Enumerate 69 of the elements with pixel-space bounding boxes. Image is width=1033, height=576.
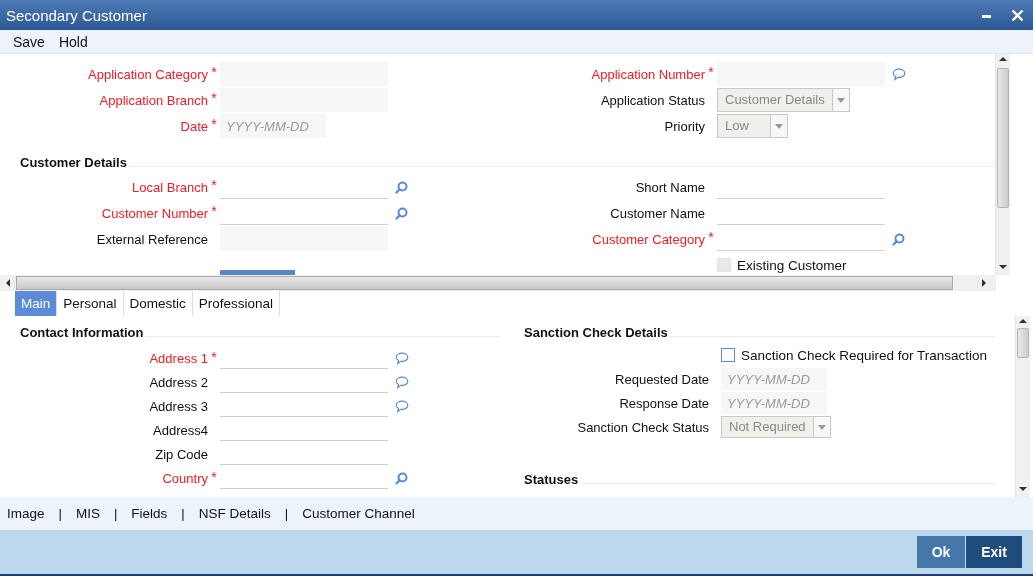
footer-link[interactable]: NSF Details — [198, 506, 271, 521]
footer-link[interactable]: Customer Channel — [302, 506, 415, 521]
field-label: Priority — [663, 118, 705, 134]
separator: | — [113, 506, 118, 521]
footer-link[interactable]: Fields — [131, 506, 168, 521]
field-label: Zip Code — [154, 446, 208, 462]
field-label: Address 2 — [148, 374, 208, 390]
field-label: Sanction Check Status — [576, 419, 709, 435]
field-label: Address 3 — [148, 398, 208, 414]
section-title: Contact Information — [20, 325, 144, 340]
required-mark: * — [210, 202, 218, 219]
caret-icon — [817, 424, 826, 430]
required-mark: * — [210, 468, 218, 485]
separator: | — [284, 506, 289, 521]
required-mark: * — [210, 89, 218, 106]
footer-link[interactable]: MIS — [75, 506, 100, 521]
search-icon[interactable] — [395, 471, 408, 485]
date-field[interactable]: YYYY-MM-DD — [721, 368, 827, 390]
field-label: Application Number — [590, 66, 705, 82]
separator: | — [58, 506, 62, 521]
required-mark: * — [210, 176, 218, 193]
section-title: Statuses — [524, 472, 579, 487]
date-field[interactable]: YYYY-MM-DD — [220, 114, 326, 138]
search-icon[interactable] — [395, 180, 408, 194]
search-icon[interactable] — [395, 206, 408, 220]
vertical-scrollbar[interactable] — [1015, 316, 1030, 497]
close-icon[interactable] — [1011, 8, 1024, 22]
speech-bubble-icon[interactable] — [395, 351, 409, 365]
exit-button[interactable]: Exit — [966, 536, 1022, 568]
field-label: Date — [179, 118, 208, 134]
field-label: Response Date — [618, 395, 709, 411]
field-label: Local Branch — [131, 179, 208, 195]
search-icon[interactable] — [892, 232, 905, 246]
field-label: Customer Name — [609, 205, 705, 221]
field-label: Short Name — [634, 179, 705, 195]
field-label: Address4 — [152, 422, 208, 438]
section-title: Sanction Check Details — [524, 325, 668, 340]
vertical-scrollbar[interactable] — [995, 54, 1010, 275]
field-label: Customer Category — [591, 231, 705, 247]
window-title: Secondary Customer — [6, 6, 147, 24]
speech-bubble-icon[interactable] — [395, 375, 409, 389]
checkbox-label: Sanction Check Required for Transaction — [741, 347, 988, 363]
checkbox[interactable] — [721, 348, 735, 362]
toolbar-button[interactable]: Hold — [51, 33, 95, 50]
field-label: External Reference — [95, 231, 208, 247]
caret-icon — [775, 123, 783, 129]
field-label: Requested Date — [614, 371, 709, 387]
toolbar-button[interactable]: Save — [6, 33, 52, 50]
field-label: Application Branch — [98, 92, 208, 108]
field-label: Address 1 — [148, 350, 208, 366]
ok-button[interactable]: Ok — [917, 536, 965, 568]
speech-bubble-icon[interactable] — [395, 399, 409, 413]
speech-bubble-icon[interactable] — [892, 67, 906, 81]
horizontal-scrollbar[interactable] — [0, 275, 996, 291]
checkbox-label: Existing Customer — [737, 257, 847, 273]
field-label: Application Category — [87, 66, 208, 82]
section-title: Customer Details — [20, 155, 127, 170]
required-mark: * — [210, 348, 218, 365]
footer-link[interactable]: Image — [7, 506, 45, 521]
separator: | — [181, 506, 185, 521]
required-mark: * — [707, 63, 715, 80]
field-label: Customer Number — [100, 205, 208, 221]
field-label: Country — [161, 470, 208, 486]
field-label: Application Status — [599, 92, 705, 108]
required-mark: * — [210, 63, 218, 80]
required-mark: * — [210, 115, 218, 132]
caret-icon — [836, 97, 845, 103]
date-field[interactable]: YYYY-MM-DD — [721, 392, 827, 414]
required-mark: * — [707, 228, 715, 245]
